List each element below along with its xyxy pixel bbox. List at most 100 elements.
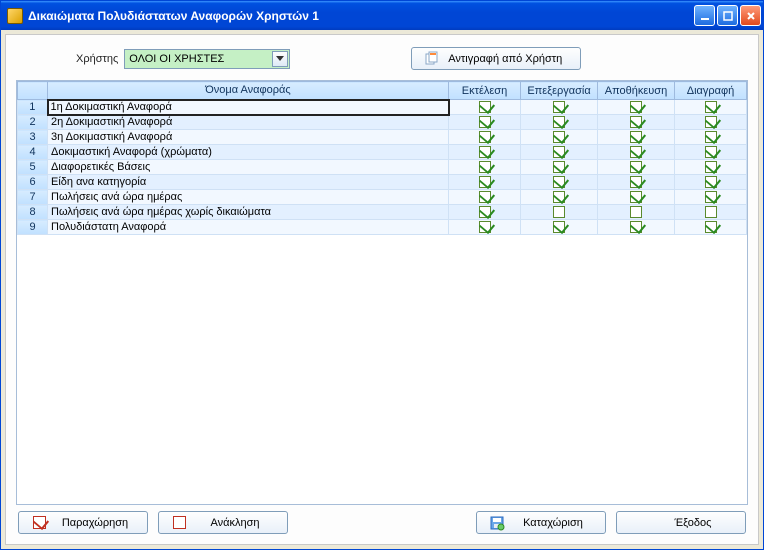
exec-cell[interactable]: [449, 175, 521, 190]
checkbox[interactable]: [553, 101, 565, 113]
user-label: Χρήστης: [76, 53, 118, 65]
col-header-save[interactable]: Αποθήκευση: [598, 82, 675, 100]
checkbox[interactable]: [553, 206, 565, 218]
permissions-grid[interactable]: Όνομα Αναφοράς Εκτέλεση Επεξεργασία Αποθ…: [16, 80, 748, 505]
report-name-cell[interactable]: Πωλήσεις ανά ώρα ημέρας: [48, 190, 449, 205]
checkbox[interactable]: [553, 176, 565, 188]
checkbox[interactable]: [705, 101, 717, 113]
report-name-cell[interactable]: Πολυδιάστατη Αναφορά: [48, 220, 449, 235]
checkbox[interactable]: [553, 221, 565, 233]
exec-cell[interactable]: [449, 220, 521, 235]
col-header-edit[interactable]: Επεξεργασία: [521, 82, 598, 100]
del-cell[interactable]: [675, 100, 747, 115]
checkbox[interactable]: [630, 161, 642, 173]
del-cell[interactable]: [675, 145, 747, 160]
checkbox[interactable]: [479, 161, 491, 173]
report-name-cell[interactable]: Διαφορετικές Βάσεις: [48, 160, 449, 175]
exit-button-label: Έξοδος: [653, 517, 733, 529]
report-name-cell[interactable]: 3η Δοκιμαστική Αναφορά: [48, 130, 449, 145]
chevron-down-icon[interactable]: [272, 51, 288, 67]
table-row[interactable]: 9Πολυδιάστατη Αναφορά: [18, 220, 747, 235]
checkbox[interactable]: [479, 101, 491, 113]
check-red-icon: [31, 515, 47, 531]
report-name-cell[interactable]: Δοκιμαστική Αναφορά (χρώματα): [48, 145, 449, 160]
report-name-cell[interactable]: Είδη ανα κατηγορία: [48, 175, 449, 190]
exec-cell[interactable]: [449, 115, 521, 130]
grid-header-row: Όνομα Αναφοράς Εκτέλεση Επεξεργασία Αποθ…: [18, 82, 747, 100]
checkbox[interactable]: [553, 116, 565, 128]
save-button[interactable]: Καταχώριση: [476, 511, 606, 534]
disk-icon: [489, 515, 505, 531]
exec-cell[interactable]: [449, 160, 521, 175]
edit-cell[interactable]: [521, 190, 598, 205]
exit-button[interactable]: Έξοδος: [616, 511, 746, 534]
checkbox[interactable]: [705, 146, 717, 158]
app-window: Δικαιώματα Πολυδιάστατων Αναφορών Χρηστώ…: [0, 0, 764, 550]
checkbox[interactable]: [553, 161, 565, 173]
del-cell[interactable]: [675, 220, 747, 235]
row-number: 9: [18, 220, 48, 235]
exec-cell[interactable]: [449, 145, 521, 160]
report-name-cell[interactable]: 2η Δοκιμαστική Αναφορά: [48, 115, 449, 130]
checkbox[interactable]: [479, 176, 491, 188]
checkbox[interactable]: [705, 116, 717, 128]
row-number: 5: [18, 160, 48, 175]
del-cell[interactable]: [675, 115, 747, 130]
exec-cell[interactable]: [449, 130, 521, 145]
checkbox[interactable]: [630, 101, 642, 113]
col-header-rownum[interactable]: [18, 82, 48, 100]
copy-icon: [424, 51, 440, 67]
edit-cell[interactable]: [521, 220, 598, 235]
checkbox[interactable]: [479, 146, 491, 158]
copy-from-user-button[interactable]: Αντιγραφή από Χρήστη: [411, 47, 581, 70]
minimize-button[interactable]: [694, 5, 715, 26]
checkbox[interactable]: [630, 146, 642, 158]
checkbox[interactable]: [630, 176, 642, 188]
revoke-button[interactable]: Ανάκληση: [158, 511, 288, 534]
col-header-exec[interactable]: Εκτέλεση: [449, 82, 521, 100]
checkbox[interactable]: [630, 221, 642, 233]
col-header-del[interactable]: Διαγραφή: [675, 82, 747, 100]
del-cell[interactable]: [675, 205, 747, 220]
row-number: 4: [18, 145, 48, 160]
checkbox[interactable]: [553, 191, 565, 203]
row-number: 6: [18, 175, 48, 190]
user-select[interactable]: ΟΛΟΙ ΟΙ ΧΡΗΣΤΕΣ: [124, 49, 290, 69]
col-header-name[interactable]: Όνομα Αναφοράς: [48, 82, 449, 100]
checkbox[interactable]: [630, 191, 642, 203]
row-number: 1: [18, 100, 48, 115]
checkbox[interactable]: [705, 206, 717, 218]
report-name-cell[interactable]: 1η Δοκιμαστική Αναφορά: [48, 100, 449, 115]
del-cell[interactable]: [675, 175, 747, 190]
save-cell[interactable]: [598, 190, 675, 205]
checkbox[interactable]: [553, 131, 565, 143]
checkbox[interactable]: [479, 116, 491, 128]
client-area: Χρήστης ΟΛΟΙ ΟΙ ΧΡΗΣΤΕΣ Αντιγραφή από Χρ…: [5, 34, 759, 545]
save-cell[interactable]: [598, 220, 675, 235]
checkbox[interactable]: [479, 191, 491, 203]
checkbox[interactable]: [630, 206, 642, 218]
checkbox[interactable]: [553, 146, 565, 158]
checkbox[interactable]: [705, 131, 717, 143]
table-row[interactable]: 7Πωλήσεις ανά ώρα ημέρας: [18, 190, 747, 205]
exec-cell[interactable]: [449, 190, 521, 205]
checkbox[interactable]: [479, 221, 491, 233]
del-cell[interactable]: [675, 130, 747, 145]
checkbox[interactable]: [705, 176, 717, 188]
checkbox[interactable]: [705, 221, 717, 233]
exec-cell[interactable]: [449, 100, 521, 115]
checkbox[interactable]: [479, 206, 491, 218]
exec-cell[interactable]: [449, 205, 521, 220]
grant-button[interactable]: Παραχώρηση: [18, 511, 148, 534]
report-name-cell[interactable]: Πωλήσεις ανά ώρα ημέρας χωρίς δικαιώματα: [48, 205, 449, 220]
checkbox[interactable]: [705, 161, 717, 173]
del-cell[interactable]: [675, 160, 747, 175]
del-cell[interactable]: [675, 190, 747, 205]
checkbox[interactable]: [705, 191, 717, 203]
checkbox[interactable]: [630, 131, 642, 143]
maximize-button[interactable]: [717, 5, 738, 26]
title-bar[interactable]: Δικαιώματα Πολυδιάστατων Αναφορών Χρηστώ…: [1, 1, 763, 30]
checkbox[interactable]: [479, 131, 491, 143]
close-button[interactable]: [740, 5, 761, 26]
checkbox[interactable]: [630, 116, 642, 128]
